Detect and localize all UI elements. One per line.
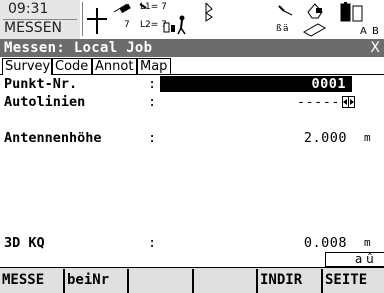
- input-mode-indicator: a û: [325, 252, 384, 267]
- page-title: Messen: Local Job: [4, 40, 153, 56]
- mode-label: MESSEN: [4, 20, 63, 36]
- kq3d-label: 3D KQ: [4, 235, 45, 251]
- close-icon[interactable]: X: [370, 39, 380, 57]
- position-mode-icon: [163, 15, 186, 35]
- memory-card-icon: [302, 3, 327, 37]
- softkey-4[interactable]: [194, 268, 256, 293]
- punkt-nr-value: 0001: [311, 76, 346, 92]
- battery-label-a: A: [360, 26, 367, 37]
- svg-text:ä: ä: [283, 24, 289, 34]
- kq3d-unit: m: [364, 236, 371, 249]
- tab-map[interactable]: Map: [137, 58, 171, 74]
- field-3d-kq: 3D KQ : 0.008 m: [0, 234, 384, 252]
- separator: :: [148, 130, 157, 146]
- softkey-seite[interactable]: SEITE: [323, 268, 384, 293]
- clock-time: 09:31: [8, 1, 49, 17]
- softkey-beinr[interactable]: beiNr: [65, 268, 127, 293]
- autolinien-value[interactable]: -----: [297, 93, 340, 111]
- battery-icon: [340, 2, 363, 22]
- tab-bar: Survey Code Annot Map: [0, 57, 384, 75]
- clock-panel: 09:31 MESSEN: [0, 0, 80, 39]
- antennenhoehe-label: Antennenhöhe: [4, 130, 102, 146]
- tab-annot[interactable]: Annot: [92, 58, 137, 74]
- tab-survey[interactable]: Survey: [2, 58, 52, 75]
- field-antennenhoehe: Antennenhöhe : 2.000 m: [0, 129, 384, 147]
- list-toggle-icon: [343, 97, 354, 107]
- autolinien-dropdown[interactable]: [342, 96, 355, 108]
- svg-text:ß: ß: [276, 24, 282, 34]
- title-bar: Messen: Local Job X: [0, 39, 384, 57]
- separator: :: [148, 94, 157, 110]
- antennenhoehe-unit: m: [364, 131, 371, 144]
- status-icons: ß ä L1= 7 7 L2= 7 A B: [82, 0, 384, 39]
- separator: :: [148, 76, 157, 92]
- field-punkt-nr: Punkt-Nr. : 0001: [0, 75, 384, 93]
- l2-count: L2= 7: [140, 20, 167, 30]
- softkey-messe[interactable]: MESSE: [0, 268, 63, 293]
- punkt-nr-label: Punkt-Nr.: [4, 76, 78, 92]
- kq3d-value: 0.008: [303, 235, 347, 251]
- battery-label-b: B: [372, 26, 379, 37]
- punkt-nr-input[interactable]: 0001: [160, 76, 352, 92]
- separator: :: [148, 235, 157, 251]
- status-bar: 09:31 MESSEN ß ä L1= 7 7 L2= 7 A B: [0, 0, 384, 39]
- input-mode-text: a û: [355, 252, 374, 266]
- bluetooth-icon: [205, 2, 213, 22]
- autolinien-label: Autolinien: [4, 94, 86, 110]
- softkey-bar: MESSE beiNr INDIR SEITE: [0, 267, 384, 293]
- softkey-indir[interactable]: INDIR: [258, 268, 321, 293]
- antennenhoehe-value[interactable]: 2.000: [304, 129, 347, 147]
- field-autolinien: Autolinien : -----: [0, 93, 384, 111]
- gps-antenna-icon: [82, 2, 107, 36]
- softkey-3[interactable]: [129, 268, 192, 293]
- radio-icon: ß ä: [276, 5, 293, 34]
- tab-code[interactable]: Code: [52, 58, 92, 74]
- l1-count: L1= 7: [140, 2, 167, 12]
- sat-count: 7: [124, 20, 130, 30]
